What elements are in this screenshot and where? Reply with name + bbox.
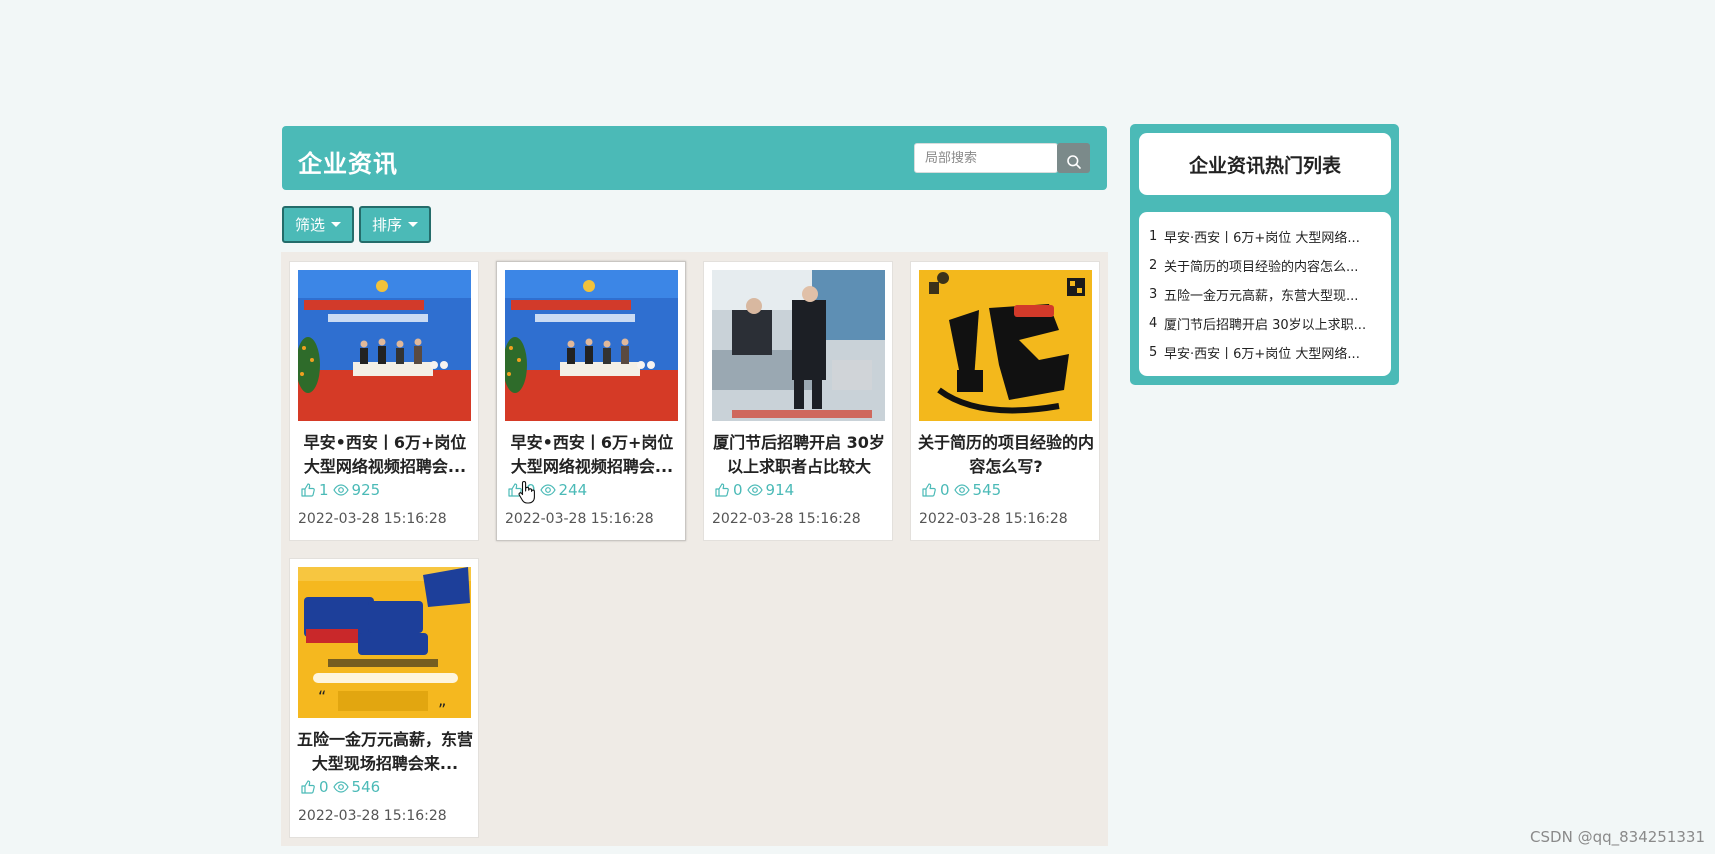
news-thumbnail[interactable] [298, 270, 471, 421]
hot-item-text[interactable]: 关于简历的项目经验的内容怎么... [1164, 256, 1379, 275]
sort-dropdown-button[interactable]: 排序 [359, 206, 431, 243]
eye-icon [332, 781, 349, 793]
news-card-date: 2022-03-28 15:16:28 [298, 808, 447, 824]
news-card-stats: 0 914 [714, 480, 798, 500]
news-card-title[interactable]: 早安•西安丨6万+岗位大型网络视频招聘会... [503, 431, 681, 479]
filter-dropdown-button[interactable]: 筛选 [282, 206, 354, 243]
hot-list-item[interactable]: 1 早安·西安丨6万+岗位 大型网络... [1139, 222, 1391, 251]
news-card[interactable]: 关于简历的项目经验的内容怎么写? 0 545 2022-03-28 15:16:… [910, 261, 1100, 541]
news-card-stats: 0 546 [300, 777, 384, 797]
news-header-bar: 企业资讯 [282, 126, 1107, 190]
news-card-title[interactable]: 早安•西安丨6万+岗位大型网络视频招聘会... [296, 431, 474, 479]
hot-item-rank: 3 [1149, 287, 1158, 302]
hot-list-item[interactable]: 4 厦门节后招聘开启 30岁以上求职... [1139, 309, 1391, 338]
news-card-title[interactable]: 厦门节后招聘开启 30岁以上求职者占比较大 [710, 431, 888, 479]
news-card-stats: 0 545 [921, 480, 1005, 500]
view-count: 545 [972, 481, 1002, 499]
hot-list: 1 早安·西安丨6万+岗位 大型网络... 2 关于简历的项目经验的内容怎么..… [1139, 212, 1391, 376]
news-card-stats: 0 244 [507, 480, 591, 500]
view-count: 914 [765, 481, 795, 499]
caret-down-icon [331, 222, 342, 227]
thumbs-up-icon[interactable] [300, 779, 316, 795]
search-button[interactable] [1057, 143, 1090, 173]
svg-text:”: ” [438, 700, 446, 718]
hot-list-item[interactable]: 2 关于简历的项目经验的内容怎么... [1139, 251, 1391, 280]
thumbs-up-icon[interactable] [921, 482, 937, 498]
filter-label: 筛选 [295, 216, 326, 234]
thumbs-up-icon[interactable] [300, 482, 316, 498]
sort-label: 排序 [372, 216, 403, 234]
hot-item-rank: 5 [1149, 345, 1158, 360]
like-count: 0 [940, 481, 950, 499]
hot-item-text[interactable]: 五险一金万元高薪，东营大型现... [1164, 285, 1379, 304]
news-card[interactable]: 早安•西安丨6万+岗位大型网络视频招聘会... 0 244 2022-03-28… [496, 261, 686, 541]
news-thumbnail[interactable] [712, 270, 885, 421]
like-count: 1 [319, 481, 329, 499]
like-count: 0 [526, 481, 536, 499]
eye-icon [539, 484, 556, 496]
hot-item-text[interactable]: 早安·西安丨6万+岗位 大型网络... [1164, 227, 1379, 246]
svg-text:“: “ [318, 687, 326, 706]
news-card-title[interactable]: 五险一金万元高薪，东营大型现场招聘会来... [296, 728, 474, 776]
like-count: 0 [733, 481, 743, 499]
news-card-title[interactable]: 关于简历的项目经验的内容怎么写? [917, 431, 1095, 479]
news-grid: 早安•西安丨6万+岗位大型网络视频招聘会... 1 925 2022-03-28… [281, 252, 1108, 846]
news-thumbnail[interactable]: “ ” [298, 567, 471, 718]
hot-list-title: 企业资讯热门列表 [1139, 133, 1391, 195]
search-input[interactable] [914, 143, 1058, 173]
hot-list-item[interactable]: 3 五险一金万元高薪，东营大型现... [1139, 280, 1391, 309]
news-card-stats: 1 925 [300, 480, 384, 500]
eye-icon [746, 484, 763, 496]
hot-list-item[interactable]: 5 早安·西安丨6万+岗位 大型网络... [1139, 338, 1391, 367]
hot-list-panel: 企业资讯热门列表 1 早安·西安丨6万+岗位 大型网络... 2 关于简历的项目… [1130, 124, 1399, 385]
news-card[interactable]: 厦门节后招聘开启 30岁以上求职者占比较大 0 914 2022-03-28 1… [703, 261, 893, 541]
hot-item-rank: 1 [1149, 229, 1158, 244]
view-count: 546 [351, 778, 381, 796]
eye-icon [953, 484, 970, 496]
news-card-date: 2022-03-28 15:16:28 [919, 511, 1068, 527]
news-card[interactable]: 早安•西安丨6万+岗位大型网络视频招聘会... 1 925 2022-03-28… [289, 261, 479, 541]
hot-item-text[interactable]: 厦门节后招聘开启 30岁以上求职... [1164, 314, 1379, 333]
like-count: 0 [319, 778, 329, 796]
news-card[interactable]: “ ” 五险一金万元高薪，东营大型现场招聘会来... 0 546 2022-03… [289, 558, 479, 838]
view-count: 244 [558, 481, 588, 499]
view-count: 925 [351, 481, 381, 499]
watermark: CSDN @qq_834251331 [1530, 828, 1705, 846]
thumbs-up-icon[interactable] [714, 482, 730, 498]
caret-down-icon [408, 222, 419, 227]
news-card-date: 2022-03-28 15:16:28 [298, 511, 447, 527]
thumbs-up-icon[interactable] [507, 482, 523, 498]
hot-item-text[interactable]: 早安·西安丨6万+岗位 大型网络... [1164, 343, 1379, 362]
news-card-date: 2022-03-28 15:16:28 [505, 511, 654, 527]
news-card-date: 2022-03-28 15:16:28 [712, 511, 861, 527]
eye-icon [332, 484, 349, 496]
news-thumbnail[interactable] [919, 270, 1092, 421]
hot-item-rank: 4 [1149, 316, 1158, 331]
page-title: 企业资讯 [298, 150, 398, 178]
news-thumbnail[interactable] [505, 270, 678, 421]
hot-item-rank: 2 [1149, 258, 1158, 273]
search-icon [1066, 154, 1081, 169]
